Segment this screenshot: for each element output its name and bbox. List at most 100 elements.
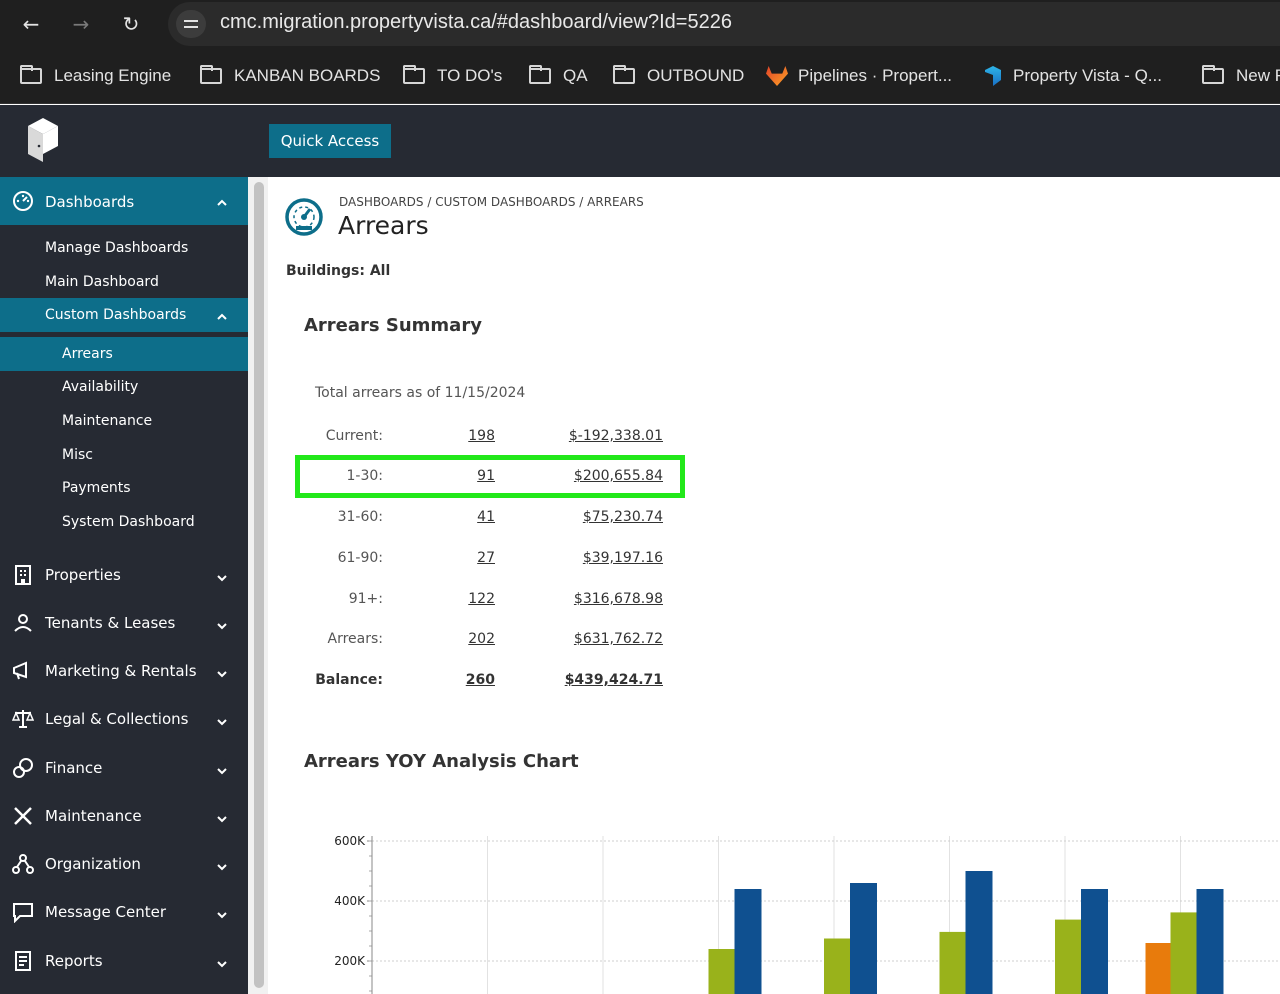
dashboard-gauge-icon [12, 190, 34, 212]
bookmark-qa[interactable]: QA [529, 64, 588, 88]
sidebar-item-reports[interactable]: Reports [0, 948, 248, 974]
back-icon[interactable]: ← [17, 10, 45, 38]
summary-row-61-90: 61-90: 27 $39,197.16 [337, 550, 663, 566]
amount-link[interactable]: $316,678.98 [574, 591, 663, 607]
count-link[interactable]: 260 [466, 672, 495, 688]
sidebar-item-arrears[interactable]: Arrears [0, 337, 248, 371]
folder-icon [20, 65, 42, 84]
sidebar-item-availability[interactable]: Availability [0, 376, 248, 400]
folder-icon [403, 65, 425, 84]
chevron-down-icon [216, 570, 228, 582]
sidebar-item-system-dashboard[interactable]: System Dashboard [0, 511, 248, 535]
sidebar-item-marketing-rentals[interactable]: Marketing & Rentals [0, 658, 248, 684]
summary-row-31-60: 31-60: 41 $75,230.74 [337, 509, 663, 525]
site-settings-icon[interactable] [176, 10, 206, 38]
scales-icon [11, 708, 35, 730]
arrears-yoy-chart: 200K 400K 600K [334, 834, 1280, 994]
url-text[interactable]: cmc.migration.propertyvista.ca/#dashboar… [220, 11, 732, 34]
count-link[interactable]: 198 [468, 428, 495, 444]
chart-bar[interactable] [708, 949, 736, 994]
breadcrumb: DASHBOARDS / CUSTOM DASHBOARDS / ARREARS [339, 195, 644, 209]
quick-access-button[interactable]: Quick Access [269, 124, 391, 158]
chevron-down-icon [216, 811, 228, 823]
sidebar-item-maintenance[interactable]: Maintenance [0, 803, 248, 829]
yoy-chart-title: Arrears YOY Analysis Chart [304, 751, 579, 772]
chart-bar[interactable] [1196, 889, 1224, 994]
sidebar-item-legal-collections[interactable]: Legal & Collections [0, 706, 248, 732]
chart-bar[interactable] [965, 871, 993, 994]
amount-link[interactable]: $-192,338.01 [569, 428, 663, 444]
sidebar-item-message-center[interactable]: Message Center [0, 899, 248, 925]
reload-icon[interactable]: ↻ [117, 10, 145, 38]
sidebar-item-custom-dashboards[interactable]: Custom Dashboards [0, 298, 248, 332]
property-vista-logo-icon[interactable] [26, 116, 60, 164]
chevron-down-icon [216, 666, 228, 678]
megaphone-icon [12, 660, 34, 682]
summary-row-arrears: Arrears: 202 $631,762.72 [327, 631, 664, 647]
sidebar-item-organization[interactable]: Organization [0, 851, 248, 877]
chart-bar[interactable] [1055, 919, 1082, 994]
sidebar-item-payments[interactable]: Payments [0, 477, 248, 501]
chart-bar[interactable] [1145, 943, 1173, 994]
bookmark-leasing-engine[interactable]: Leasing Engine [20, 64, 171, 88]
count-link[interactable]: 202 [468, 631, 495, 647]
folder-icon [613, 65, 635, 84]
bookmark-todos[interactable]: TO DO's [403, 64, 502, 88]
amount-link[interactable]: $75,230.74 [583, 509, 663, 525]
building-icon [12, 564, 34, 586]
chevron-up-icon [216, 309, 228, 321]
sidebar-item-misc[interactable]: Misc [0, 444, 248, 468]
sidebar: Dashboards Manage Dashboards Main Dashbo… [0, 177, 248, 994]
chevron-down-icon [216, 956, 228, 968]
org-chart-icon [12, 853, 34, 875]
folder-icon [529, 65, 551, 84]
arrears-gauge-icon [285, 198, 323, 236]
gitlab-icon [766, 66, 788, 86]
browser-toolbar: ← → ↻ cmc.migration.propertyvista.ca/#da… [0, 0, 1280, 48]
count-link[interactable]: 27 [477, 550, 495, 566]
amount-link[interactable]: $439,424.71 [565, 672, 663, 688]
chart-bar[interactable] [850, 883, 877, 994]
chart-bar[interactable] [939, 931, 967, 994]
bookmark-property-vista[interactable]: Property Vista - Q... [985, 64, 1162, 88]
chevron-down-icon [216, 859, 228, 871]
chevron-down-icon [216, 714, 228, 726]
buildings-filter: Buildings: All [286, 263, 391, 279]
total-arrears-date: Total arrears as of 11/15/2024 [315, 385, 526, 401]
y-tick-label: 600K [334, 834, 366, 848]
sidebar-item-manage-dashboards[interactable]: Manage Dashboards [0, 237, 248, 261]
chevron-down-icon [216, 618, 228, 630]
bookmark-kanban-boards[interactable]: KANBAN BOARDS [200, 64, 380, 88]
amount-link[interactable]: $631,762.72 [574, 631, 663, 647]
chart-bar[interactable] [1081, 889, 1108, 994]
count-link[interactable]: 122 [468, 591, 495, 607]
bookmark-new[interactable]: New F [1202, 64, 1280, 88]
folder-icon [200, 65, 222, 84]
sidebar-item-properties[interactable]: Properties [0, 562, 248, 588]
message-icon [12, 901, 34, 924]
forward-icon[interactable]: → [67, 10, 95, 38]
sidebar-item-tenants-leases[interactable]: Tenants & Leases [0, 610, 248, 636]
sidebar-item-maintenance-dashboard[interactable]: Maintenance [0, 410, 248, 434]
sidebar-scrollbar-thumb[interactable] [254, 182, 264, 988]
chart-bar[interactable] [1170, 912, 1198, 994]
app-header [0, 105, 1280, 177]
sidebar-item-main-dashboard[interactable]: Main Dashboard [0, 271, 248, 295]
count-link[interactable]: 41 [477, 509, 495, 525]
folder-icon [1202, 65, 1224, 84]
chart-bar[interactable] [734, 889, 762, 994]
coins-icon [12, 757, 34, 779]
sidebar-item-dashboards[interactable]: Dashboards [0, 177, 248, 225]
chevron-up-icon [216, 195, 228, 207]
chevron-down-icon [216, 907, 228, 919]
bookmark-outbound[interactable]: OUTBOUND [613, 64, 744, 88]
sidebar-item-finance[interactable]: Finance [0, 755, 248, 781]
bookmark-pipelines[interactable]: Pipelines · Propert... [766, 64, 952, 88]
y-tick-label: 200K [334, 954, 366, 968]
user-icon [12, 612, 34, 634]
chart-bar[interactable] [824, 938, 851, 994]
propertyvista-icon [985, 66, 1001, 86]
amount-link[interactable]: $39,197.16 [583, 550, 663, 566]
summary-row-91-plus: 91+: 122 $316,678.98 [348, 591, 663, 607]
y-tick-label: 400K [334, 894, 366, 908]
